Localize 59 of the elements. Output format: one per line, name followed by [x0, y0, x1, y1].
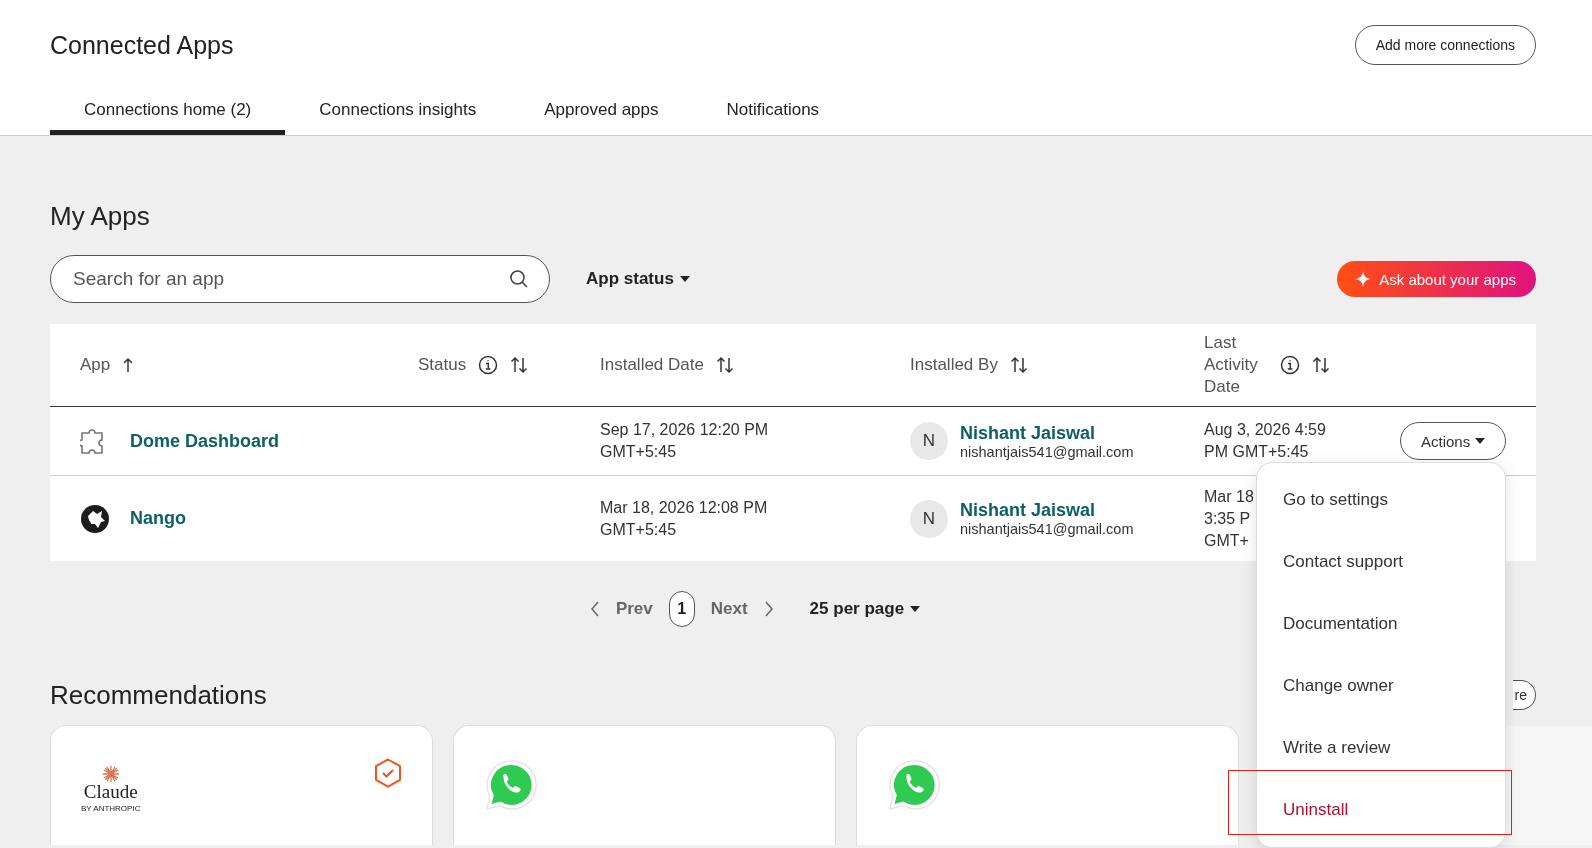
avatar: N — [910, 499, 948, 538]
add-connections-button[interactable]: Add more connections — [1354, 25, 1536, 65]
app-card[interactable]: Claude BY ANTHROPIC — [50, 725, 433, 845]
column-header: Installed By — [910, 355, 998, 375]
sort-icon[interactable] — [1009, 356, 1028, 374]
whatsapp-logo-icon — [484, 758, 538, 812]
page-number-button[interactable]: 1 — [668, 591, 695, 627]
page-title: Connected Apps — [50, 30, 234, 60]
last-activity-date: Mar 18 3:35 P GMT+ — [1204, 486, 1254, 551]
menu-item[interactable]: Go to settings — [1257, 469, 1505, 531]
caret-icon — [1475, 438, 1486, 444]
caret-icon — [679, 276, 690, 282]
sort-icon[interactable] — [1312, 356, 1330, 374]
column-header: Last Activity Date — [1204, 332, 1259, 398]
section-title: Recommendations — [50, 679, 267, 712]
installed-date: Mar 18, 2026 12:08 PM GMT+5:45 — [600, 497, 768, 540]
tab[interactable]: Connections home (2) — [50, 90, 286, 135]
installed-date: Sep 17, 2026 12:20 PM GMT+5:45 — [600, 420, 769, 462]
app-link[interactable]: Nango — [130, 508, 186, 529]
prev-button[interactable]: Prev — [609, 598, 659, 620]
more-button[interactable]: re — [1512, 680, 1536, 710]
search-field[interactable]: Search for an app — [50, 255, 550, 303]
column-header: App — [80, 355, 111, 375]
column-header: Installed Date — [600, 355, 704, 375]
search-input[interactable]: Search for an app — [71, 267, 509, 291]
actions-button[interactable]: Actions — [1400, 422, 1507, 460]
menu-item[interactable]: Documentation — [1257, 593, 1505, 655]
tab[interactable]: Connections insights — [285, 90, 511, 135]
sort-up-icon[interactable] — [122, 357, 135, 373]
search-icon — [509, 269, 529, 289]
column-header: Status — [418, 355, 467, 375]
user-email: nishantjais541@gmail.com — [960, 521, 1134, 537]
logo-subtext: BY ANTHROPIC — [81, 804, 141, 813]
last-activity-date: Aug 3, 2026 4:59 PM GMT+5:45 — [1204, 420, 1327, 462]
menu-item[interactable]: Write a review — [1257, 717, 1505, 779]
chevron-right-icon[interactable] — [763, 601, 774, 617]
next-button[interactable]: Next — [704, 598, 754, 620]
ask-button[interactable]: Ask about your apps — [1337, 261, 1536, 297]
avatar: N — [910, 422, 948, 460]
sunburst-icon — [102, 766, 119, 782]
app-link[interactable]: Dome Dashboard — [130, 430, 280, 452]
sparkle-icon — [1355, 271, 1372, 287]
status-dropdown[interactable]: App status — [580, 268, 696, 290]
user-name-link[interactable]: Nishant Jaiswal — [960, 500, 1134, 521]
menu-item[interactable]: Uninstall — [1257, 779, 1505, 841]
user-name-link[interactable]: Nishant Jaiswal — [960, 422, 1134, 444]
chevron-left-icon[interactable] — [589, 601, 600, 617]
sort-icon[interactable] — [510, 356, 529, 374]
tab[interactable]: Approved apps — [510, 90, 693, 135]
logo-text: Claude — [83, 782, 138, 802]
sort-icon[interactable] — [715, 356, 734, 374]
menu-item[interactable]: Change owner — [1257, 655, 1505, 717]
section-title: My Apps — [50, 200, 151, 233]
per-page-dropdown[interactable]: 25 per page — [803, 598, 927, 620]
menu-item[interactable]: Contact support — [1257, 531, 1505, 593]
tab[interactable]: Notifications — [692, 90, 854, 135]
user-email: nishantjais541@gmail.com — [960, 443, 1134, 460]
caret-icon — [910, 606, 921, 612]
whatsapp-logo-icon — [887, 758, 941, 812]
